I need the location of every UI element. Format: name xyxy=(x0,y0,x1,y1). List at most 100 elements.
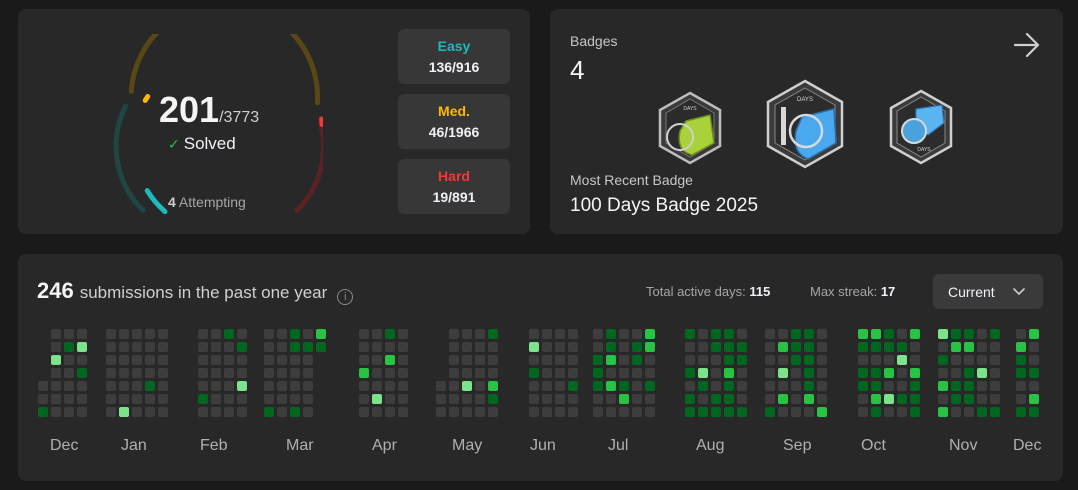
heatmap-cell[interactable] xyxy=(593,407,603,417)
heatmap-cell[interactable] xyxy=(871,368,881,378)
heatmap-cell[interactable] xyxy=(398,407,408,417)
heatmap-cell[interactable] xyxy=(475,342,485,352)
heatmap-cell[interactable] xyxy=(964,407,974,417)
heatmap-cell[interactable] xyxy=(542,342,552,352)
heatmap-cell[interactable] xyxy=(132,329,142,339)
heatmap-cell[interactable] xyxy=(804,407,814,417)
heatmap-cell[interactable] xyxy=(724,381,734,391)
heatmap-cell[interactable] xyxy=(884,381,894,391)
heatmap-cell[interactable] xyxy=(372,394,382,404)
heatmap-cell[interactable] xyxy=(224,355,234,365)
heatmap-cell[interactable] xyxy=(724,342,734,352)
heatmap-cell[interactable] xyxy=(237,407,247,417)
heatmap-cell[interactable] xyxy=(529,368,539,378)
heatmap-cell[interactable] xyxy=(817,381,827,391)
heatmap-cell[interactable] xyxy=(38,407,48,417)
heatmap-cell[interactable] xyxy=(303,407,313,417)
heatmap-cell[interactable] xyxy=(290,368,300,378)
heatmap-cell[interactable] xyxy=(884,368,894,378)
heatmap-cell[interactable] xyxy=(990,355,1000,365)
heatmap-cell[interactable] xyxy=(51,342,61,352)
heatmap-cell[interactable] xyxy=(964,381,974,391)
heatmap-cell[interactable] xyxy=(910,407,920,417)
heatmap-cell[interactable] xyxy=(224,329,234,339)
medium-stat-box[interactable]: Med. 46/1966 xyxy=(398,94,510,149)
heatmap-cell[interactable] xyxy=(542,381,552,391)
heatmap-cell[interactable] xyxy=(871,381,881,391)
heatmap-cell[interactable] xyxy=(398,394,408,404)
heatmap-cell[interactable] xyxy=(791,381,801,391)
heatmap-cell[interactable] xyxy=(211,368,221,378)
heatmap-cell[interactable] xyxy=(951,368,961,378)
heatmap-cell[interactable] xyxy=(542,329,552,339)
heatmap-cell[interactable] xyxy=(372,381,382,391)
heatmap-cell[interactable] xyxy=(64,407,74,417)
heatmap-cell[interactable] xyxy=(398,355,408,365)
heatmap-cell[interactable] xyxy=(449,355,459,365)
heatmap-cell[interactable] xyxy=(198,355,208,365)
heatmap-cell[interactable] xyxy=(529,342,539,352)
heatmap-cell[interactable] xyxy=(632,329,642,339)
heatmap-cell[interactable] xyxy=(990,368,1000,378)
heatmap-cell[interactable] xyxy=(462,407,472,417)
heatmap-cell[interactable] xyxy=(436,381,446,391)
heatmap-cell[interactable] xyxy=(619,368,629,378)
heatmap-cell[interactable] xyxy=(817,394,827,404)
heatmap-cell[interactable] xyxy=(737,329,747,339)
heatmap-cell[interactable] xyxy=(619,394,629,404)
heatmap-cell[interactable] xyxy=(685,407,695,417)
heatmap-cell[interactable] xyxy=(977,342,987,352)
heatmap-cell[interactable] xyxy=(884,407,894,417)
heatmap-cell[interactable] xyxy=(132,342,142,352)
heatmap-cell[interactable] xyxy=(765,355,775,365)
heatmap-cell[interactable] xyxy=(698,342,708,352)
heatmap-cell[interactable] xyxy=(593,355,603,365)
heatmap-cell[interactable] xyxy=(711,329,721,339)
heatmap-cell[interactable] xyxy=(224,342,234,352)
heatmap-cell[interactable] xyxy=(1016,329,1026,339)
heatmap-cell[interactable] xyxy=(542,407,552,417)
heatmap-cell[interactable] xyxy=(778,407,788,417)
heatmap-cell[interactable] xyxy=(198,329,208,339)
heatmap-cell[interactable] xyxy=(951,381,961,391)
heatmap-cell[interactable] xyxy=(372,342,382,352)
heatmap-cell[interactable] xyxy=(277,394,287,404)
heatmap-cell[interactable] xyxy=(938,381,948,391)
heatmap-cell[interactable] xyxy=(938,368,948,378)
heatmap-cell[interactable] xyxy=(290,329,300,339)
heatmap-cell[interactable] xyxy=(897,368,907,378)
heatmap-cell[interactable] xyxy=(449,394,459,404)
heatmap-cell[interactable] xyxy=(488,355,498,365)
heatmap-cell[interactable] xyxy=(990,394,1000,404)
heatmap-cell[interactable] xyxy=(542,394,552,404)
heatmap-cell[interactable] xyxy=(211,394,221,404)
heatmap-cell[interactable] xyxy=(51,407,61,417)
heatmap-cell[interactable] xyxy=(224,368,234,378)
heatmap-cell[interactable] xyxy=(632,381,642,391)
heatmap-cell[interactable] xyxy=(858,407,868,417)
heatmap-cell[interactable] xyxy=(765,329,775,339)
heatmap-cell[interactable] xyxy=(593,381,603,391)
heatmap-cell[interactable] xyxy=(568,342,578,352)
heatmap-cell[interactable] xyxy=(897,407,907,417)
heatmap-cell[interactable] xyxy=(568,394,578,404)
heatmap-cell[interactable] xyxy=(606,329,616,339)
heatmap-cell[interactable] xyxy=(224,381,234,391)
heatmap-cell[interactable] xyxy=(858,394,868,404)
heatmap-cell[interactable] xyxy=(211,407,221,417)
heatmap-cell[interactable] xyxy=(277,407,287,417)
heatmap-cell[interactable] xyxy=(211,381,221,391)
heatmap-cell[interactable] xyxy=(778,355,788,365)
heatmap-cell[interactable] xyxy=(897,342,907,352)
heatmap-cell[interactable] xyxy=(529,329,539,339)
heatmap-cell[interactable] xyxy=(698,407,708,417)
heatmap-cell[interactable] xyxy=(132,407,142,417)
heatmap-cell[interactable] xyxy=(158,407,168,417)
heatmap-cell[interactable] xyxy=(198,342,208,352)
heatmap-cell[interactable] xyxy=(237,368,247,378)
heatmap-cell[interactable] xyxy=(359,329,369,339)
heatmap-cell[interactable] xyxy=(119,407,129,417)
heatmap-cell[interactable] xyxy=(951,342,961,352)
heatmap-cell[interactable] xyxy=(488,394,498,404)
heatmap-cell[interactable] xyxy=(488,381,498,391)
